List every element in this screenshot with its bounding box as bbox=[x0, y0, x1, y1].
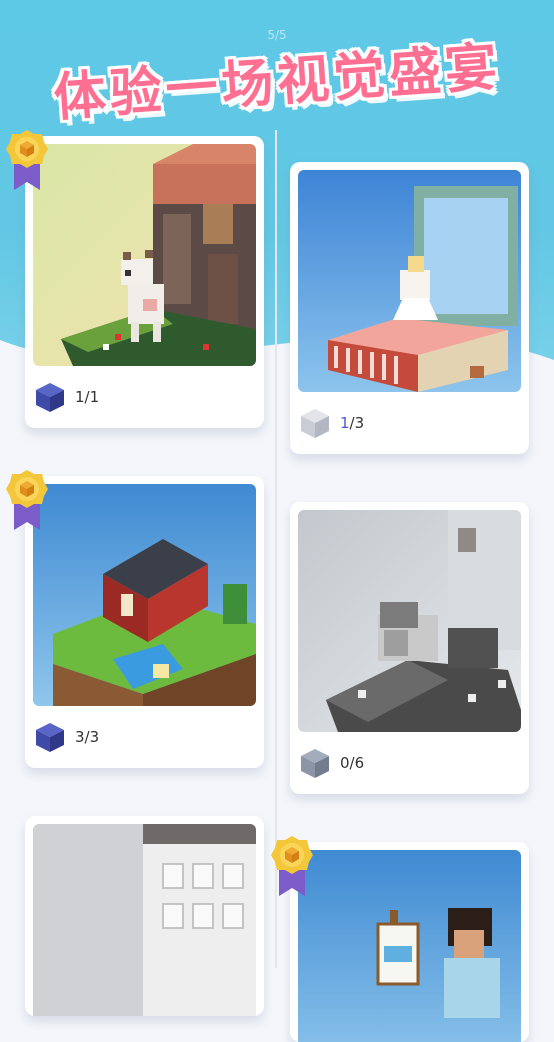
artwork-thumbnail bbox=[33, 484, 256, 706]
artwork-card-painter[interactable] bbox=[290, 842, 529, 1042]
sheep-rock-image bbox=[298, 510, 521, 732]
progress-row: 0/6 bbox=[298, 746, 364, 780]
painter-image bbox=[298, 850, 521, 1042]
cube-icon bbox=[301, 409, 329, 438]
artwork-card-music-box[interactable]: 1/3 bbox=[290, 162, 529, 454]
banner-title: 体验一场视觉盛宴 bbox=[51, 37, 503, 129]
progress-row: 1/1 bbox=[33, 380, 99, 414]
artwork-card-sheep-rock[interactable]: 0/6 bbox=[290, 502, 529, 794]
medal-badge-icon bbox=[271, 836, 313, 896]
progress-count: 1/3 bbox=[340, 414, 365, 432]
progress-count: 1/1 bbox=[75, 388, 100, 406]
artwork-thumbnail bbox=[33, 824, 256, 1016]
artwork-thumbnail bbox=[298, 510, 521, 732]
promo-banner: 体验一场视觉盛宴 bbox=[0, 18, 554, 128]
progress-row: 3/3 bbox=[33, 720, 99, 754]
cube-icon bbox=[301, 749, 329, 778]
artwork-thumbnail bbox=[298, 850, 521, 1042]
red-house-image bbox=[33, 484, 256, 706]
artwork-card-red-house[interactable]: 3/3 bbox=[25, 476, 264, 768]
medal-badge-icon bbox=[6, 130, 48, 190]
artwork-card-white-building[interactable] bbox=[25, 816, 264, 1016]
artwork-thumbnail bbox=[298, 170, 521, 392]
progress-count: 0/6 bbox=[340, 754, 365, 772]
cube-icon bbox=[36, 723, 64, 752]
llama-castle-image bbox=[33, 144, 256, 366]
medal-badge-icon bbox=[6, 470, 48, 530]
white-building-image bbox=[33, 824, 256, 1016]
artwork-thumbnail bbox=[33, 144, 256, 366]
progress-count: 3/3 bbox=[75, 728, 100, 746]
music-box-image bbox=[298, 170, 521, 392]
progress-row: 1/3 bbox=[298, 406, 364, 440]
artwork-card-llama-castle[interactable]: 1/1 bbox=[25, 136, 264, 428]
cube-icon bbox=[36, 383, 64, 412]
